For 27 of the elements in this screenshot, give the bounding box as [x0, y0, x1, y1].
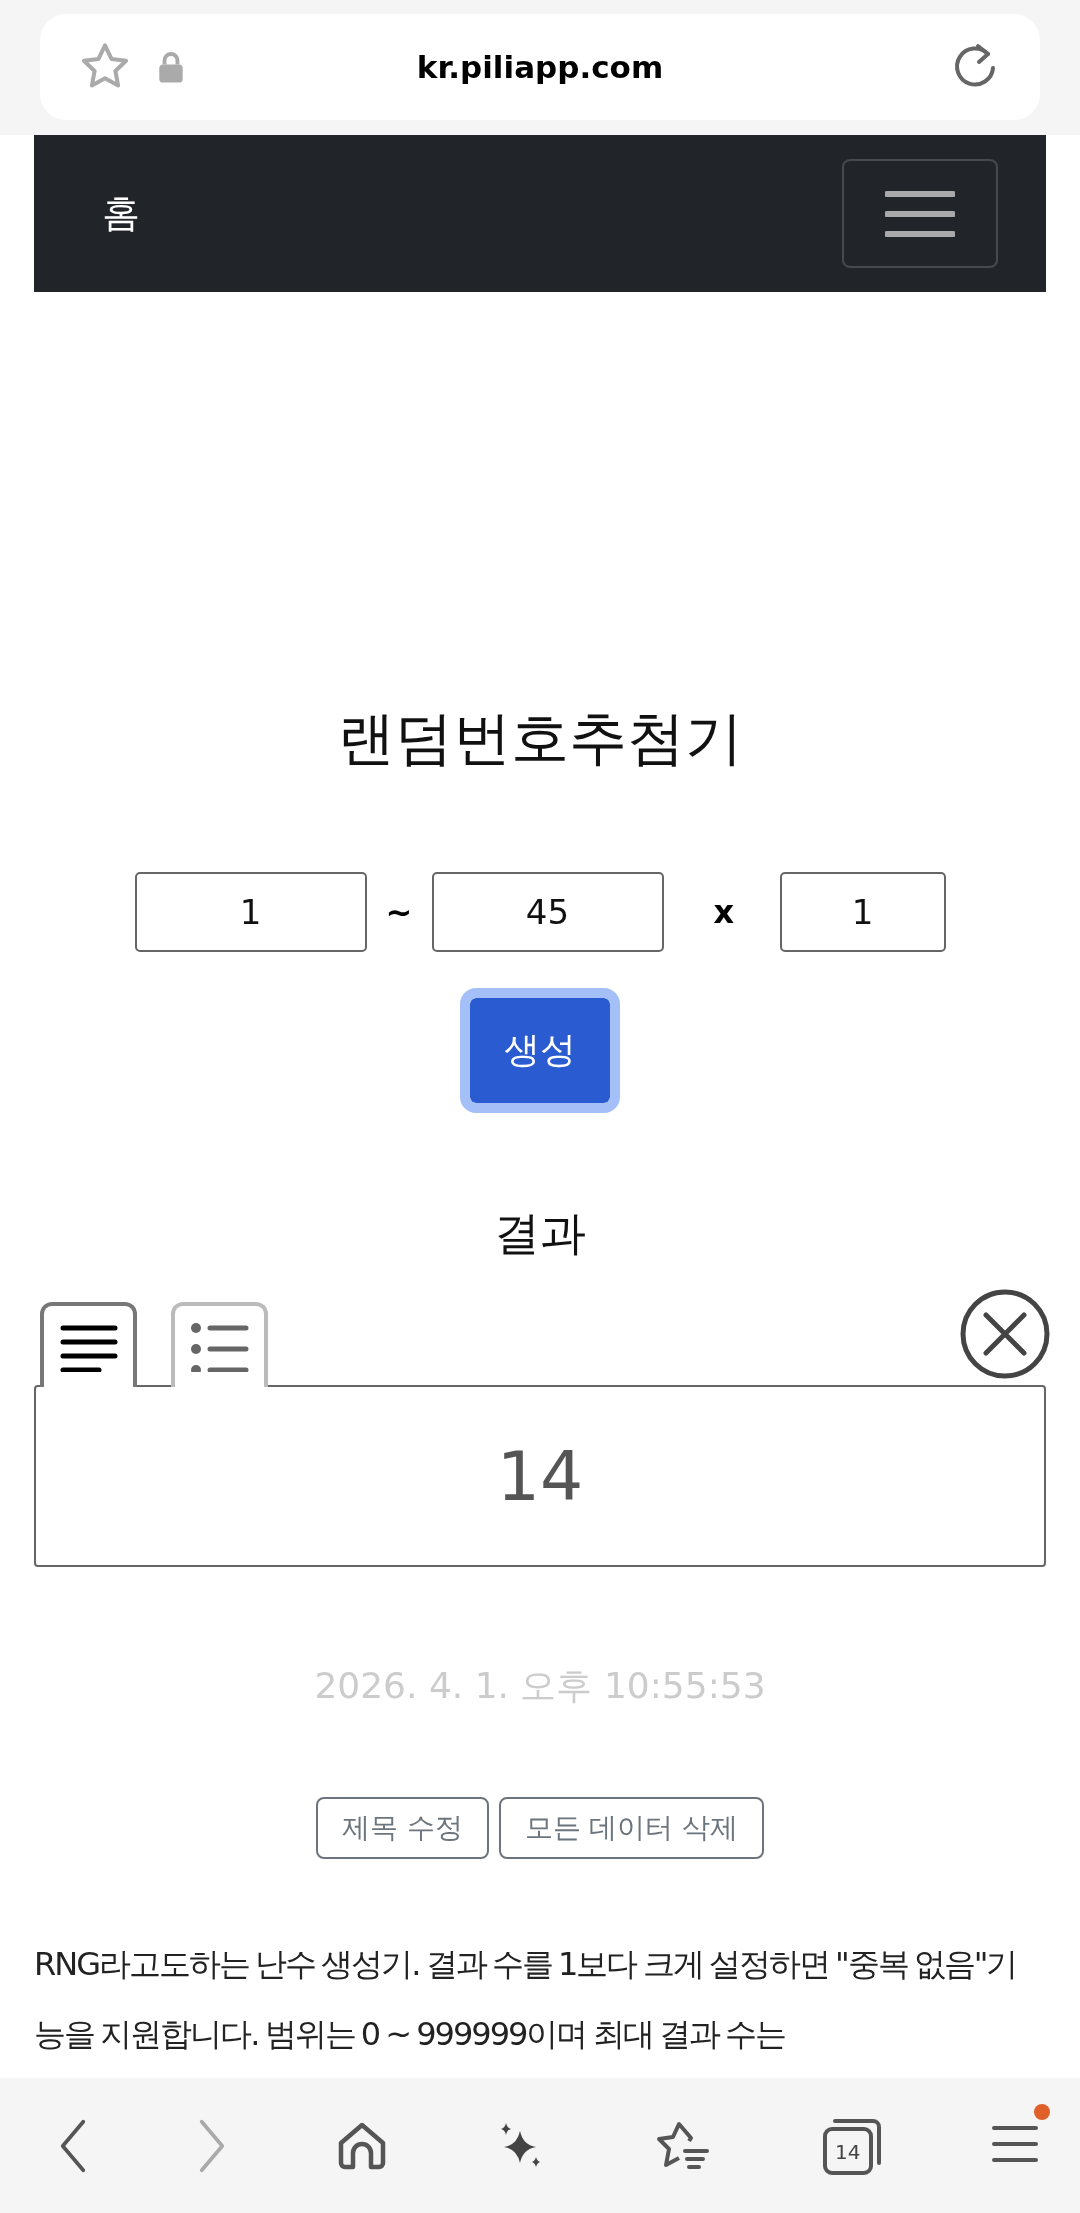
result-box[interactable]: 14: [34, 1385, 1046, 1567]
menu-icon: [885, 188, 955, 239]
url-text: kr.piliapp.com: [416, 49, 664, 85]
menu-button[interactable]: [842, 159, 998, 268]
lock-icon: [158, 50, 184, 84]
home-link[interactable]: 홈: [102, 188, 140, 239]
min-field[interactable]: 1: [134, 872, 367, 952]
page-title: 랜덤번호추첨기: [337, 703, 743, 774]
times-text: x: [712, 893, 736, 931]
menu-icon[interactable]: [991, 2123, 1038, 2164]
tilde-text: ~: [384, 893, 414, 931]
result-value: 14: [496, 1436, 584, 1516]
text-view-tab[interactable]: [40, 1302, 137, 1387]
back-icon[interactable]: [58, 2117, 88, 2174]
home-icon[interactable]: [336, 2120, 387, 2171]
result-heading: 결과: [494, 1205, 586, 1261]
address-bar[interactable]: kr.piliapp.com: [40, 14, 1040, 120]
edit-title-button[interactable]: 제목 수정: [315, 1797, 489, 1859]
star-list-icon[interactable]: [655, 2120, 712, 2171]
close-icon[interactable]: [960, 1289, 1050, 1379]
delete-all-button[interactable]: 모든 데이터 삭제: [498, 1797, 765, 1859]
generate-button[interactable]: 생성: [460, 988, 620, 1113]
count-field[interactable]: 1: [779, 872, 946, 952]
list-view-tab[interactable]: [171, 1302, 268, 1387]
max-field[interactable]: 45: [431, 872, 664, 952]
bullet-list-icon: [189, 1321, 250, 1372]
description-text: RNG라고도하는 난수 생성기. 결과 수를 1보다 크게 설정하면 "중복 없음"기능을 지원합니다. 범위는 0 ~ 999999이며 최대 결과 수는: [34, 1944, 1018, 2055]
